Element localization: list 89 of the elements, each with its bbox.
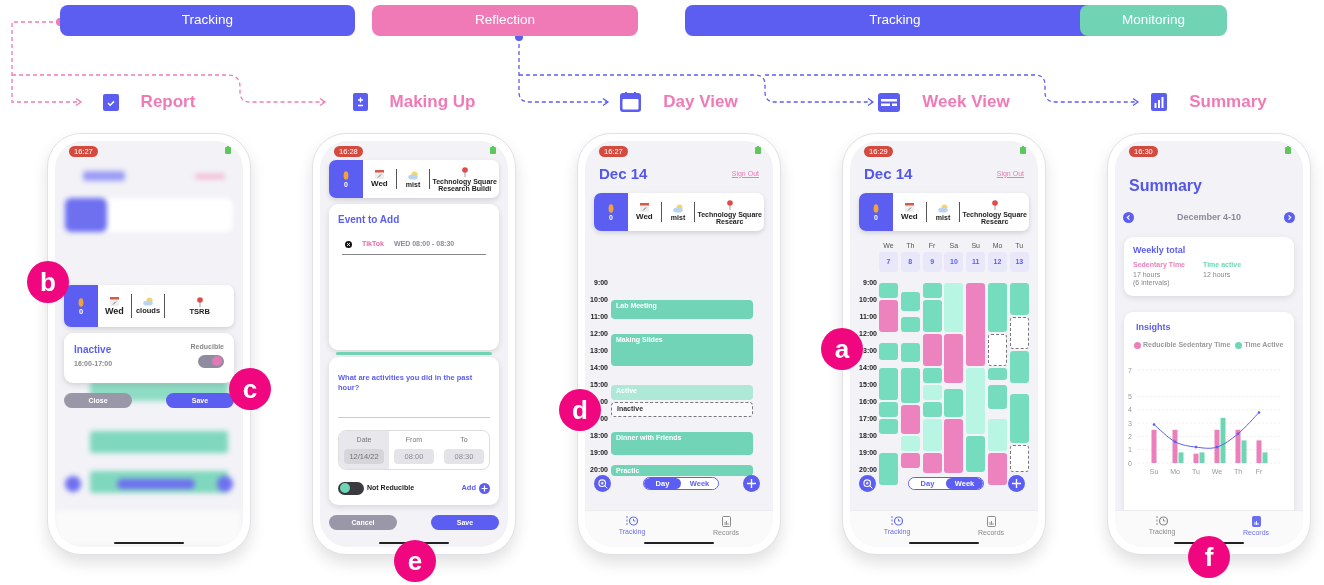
- document-chart-icon: [721, 516, 731, 527]
- toggle-switch[interactable]: [338, 481, 364, 495]
- calendar-icon: [374, 170, 384, 179]
- card-title: Insights: [1136, 320, 1172, 334]
- document-chart-icon: [986, 516, 996, 527]
- screen-title: Dec 14: [864, 163, 913, 184]
- calendar-block[interactable]: [922, 334, 942, 366]
- card-title: Event to Add: [338, 213, 401, 227]
- battery-icon: [490, 146, 496, 154]
- close-icon[interactable]: [345, 240, 352, 248]
- zoom-in-icon: [597, 478, 608, 489]
- battery-icon: [1285, 146, 1291, 154]
- battery-icon: [755, 146, 761, 154]
- clock-icon: [891, 516, 903, 526]
- calendar-icon: [109, 296, 119, 306]
- blurred-step-tile: [65, 198, 107, 232]
- clock-icon: [626, 516, 638, 526]
- date-range: December 4-10: [1176, 211, 1241, 224]
- weekday-text: Wed: [370, 180, 388, 188]
- toggle-switch[interactable]: [198, 354, 224, 368]
- data-point: [1152, 422, 1156, 426]
- section-title: Making Up: [389, 91, 476, 114]
- plus-minus-document-icon: [352, 93, 368, 111]
- screen-title: Summary: [1128, 176, 1203, 196]
- data-point: [1173, 439, 1177, 443]
- calendar-block[interactable]: [900, 405, 920, 434]
- calendar-icon: [639, 203, 649, 212]
- calendar-block[interactable]: [922, 453, 942, 474]
- footprint-icon: [608, 203, 614, 213]
- calendar-schedule-icon: [878, 92, 901, 112]
- next-week-button[interactable]: [1284, 212, 1295, 224]
- calendar-block[interactable]: [988, 334, 1007, 366]
- data-point: [1215, 445, 1219, 448]
- weekday-text: Wed: [104, 306, 124, 316]
- plus-icon: [479, 482, 490, 494]
- document-chart-icon: [1251, 516, 1261, 527]
- calendar-block[interactable]: [944, 334, 964, 383]
- calendar-block[interactable]: [900, 453, 920, 468]
- zoom-in-icon: [862, 478, 873, 489]
- data-point: [1257, 410, 1261, 414]
- section-title: Report: [140, 91, 196, 114]
- weather-icon: [407, 170, 419, 180]
- battery-icon: [225, 146, 231, 154]
- data-point: [1236, 432, 1240, 435]
- weekday-text: Wed: [635, 213, 653, 221]
- footprint-icon: [873, 203, 879, 213]
- card-title: Weekly total: [1133, 243, 1187, 257]
- clipboard-check-icon: [102, 93, 119, 111]
- calendar-icon: [904, 203, 914, 212]
- weather-icon: [142, 297, 154, 307]
- zoom-button[interactable]: [859, 475, 876, 492]
- annotation-label: c: [229, 368, 271, 410]
- annotation-label: e: [394, 540, 436, 582]
- calendar-block[interactable]: [1009, 317, 1029, 349]
- data-point: [1194, 445, 1198, 448]
- section-title: Day View: [663, 91, 738, 114]
- home-indicator: [114, 541, 184, 544]
- weekday-text: Wed: [900, 213, 918, 221]
- footprint-icon: [78, 296, 84, 307]
- weather-icon: [672, 203, 684, 213]
- calendar-block[interactable]: [944, 419, 964, 474]
- activity-title: Inactive: [74, 343, 113, 357]
- annotation-label: f: [1188, 536, 1230, 578]
- footprint-icon: [343, 170, 349, 180]
- blurred-link: [195, 174, 225, 179]
- calendar-icon: [620, 92, 642, 112]
- screen-title: Dec 14: [599, 163, 648, 184]
- plus-icon: [747, 479, 756, 488]
- stage-bar: Tracking: [60, 5, 355, 36]
- plus-icon: [1012, 479, 1021, 488]
- add-button[interactable]: [743, 475, 760, 492]
- section-title: Week View: [922, 91, 1010, 114]
- calendar-block[interactable]: [966, 283, 986, 366]
- battery-icon: [1020, 146, 1026, 154]
- add-button[interactable]: [1008, 475, 1025, 492]
- previous-week-button[interactable]: [1123, 212, 1134, 224]
- annotation-label: b: [27, 261, 69, 303]
- stage-bar: Reflection: [372, 5, 638, 36]
- home-indicator: [644, 541, 714, 544]
- blurred-title: [83, 171, 125, 181]
- bar-chart-icon: [1151, 93, 1168, 111]
- section-title: Summary: [1189, 91, 1267, 114]
- zoom-button[interactable]: [594, 475, 611, 492]
- annotation-label: d: [559, 389, 601, 431]
- calendar-block[interactable]: [1009, 444, 1029, 473]
- clock-icon: [1156, 516, 1168, 526]
- weather-icon: [937, 203, 949, 213]
- home-indicator: [909, 541, 979, 544]
- stage-bar: Monitoring: [1080, 5, 1227, 36]
